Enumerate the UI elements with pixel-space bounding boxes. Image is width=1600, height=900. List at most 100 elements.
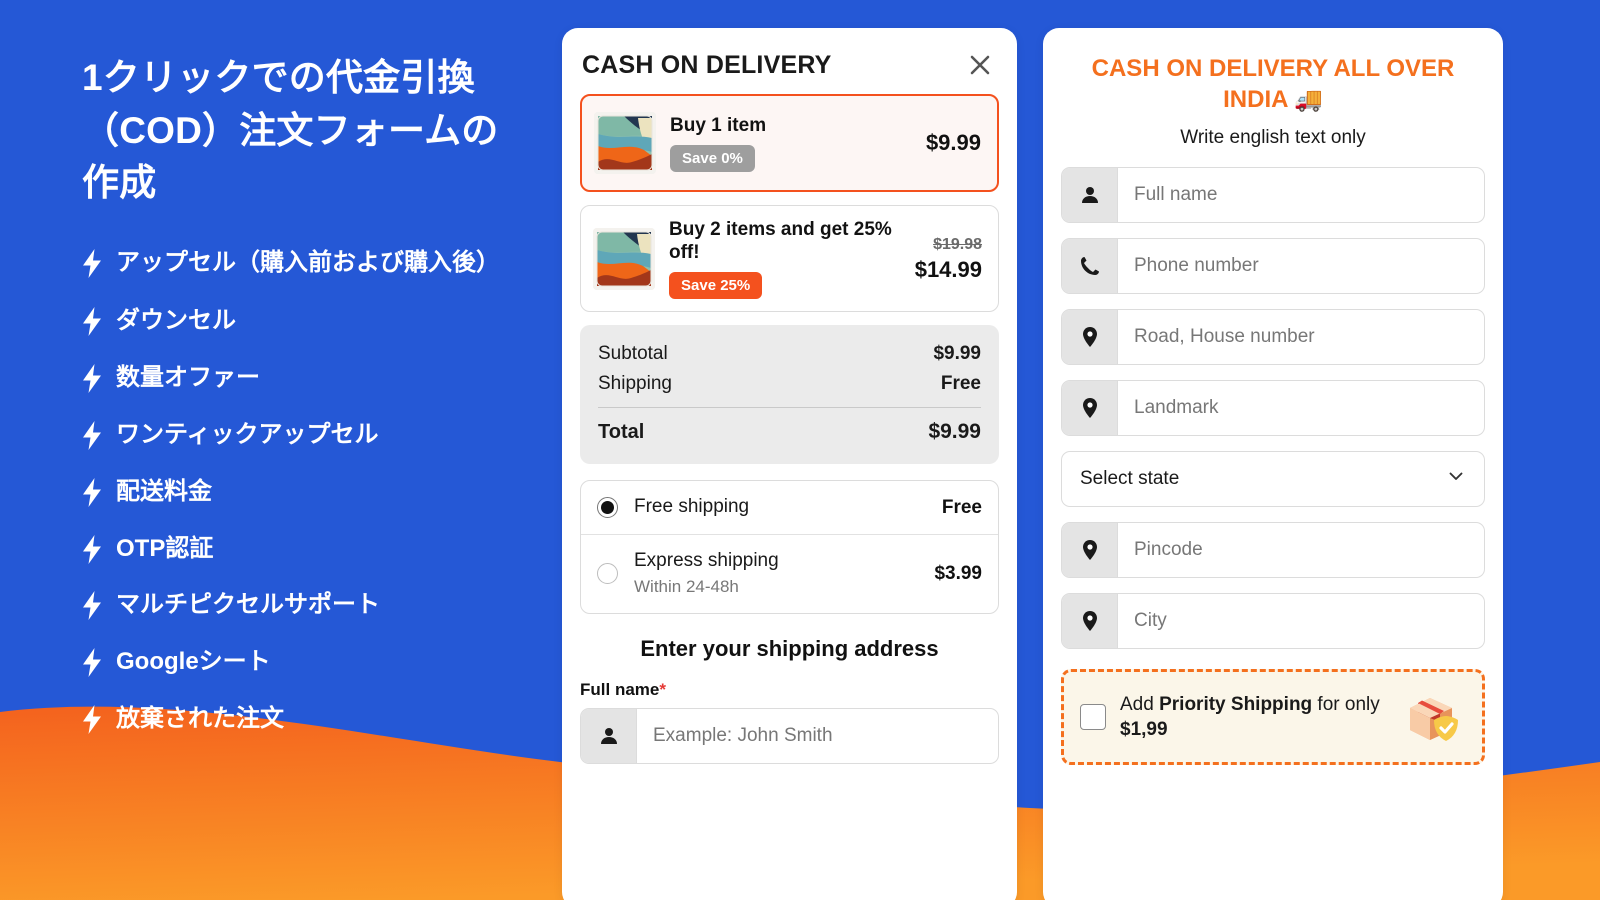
chevron-down-icon <box>1446 466 1466 492</box>
truck-icon: 🚚 <box>1294 85 1323 112</box>
lightning-bolt-icon <box>82 477 102 507</box>
road-house-number-input[interactable]: Road, House number <box>1061 309 1485 366</box>
feature-item-google-sheets: Googleシート <box>82 645 530 680</box>
priority-text-middle: for only <box>1312 693 1380 715</box>
pincode-input[interactable]: Pincode <box>1061 522 1485 579</box>
offer-row-buy-1[interactable]: Buy 1 item Save 0% $9.99 <box>580 94 999 192</box>
priority-text-before: Add <box>1120 693 1160 715</box>
offer-price-current: $14.99 <box>914 256 982 282</box>
state-select[interactable]: Select state <box>1061 451 1485 508</box>
summary-label: Subtotal <box>598 343 668 365</box>
map-pin-icon <box>1062 594 1118 649</box>
priority-shipping-label: Add Priority Shipping for only $1,99 <box>1120 692 1394 743</box>
feature-label: OTP認証 <box>116 534 214 562</box>
lightning-bolt-icon <box>82 704 102 734</box>
lightning-bolt-icon <box>82 534 102 564</box>
feature-label: 放棄された注文 <box>116 704 284 732</box>
map-pin-icon <box>1062 381 1118 436</box>
shipping-option-price: Free <box>941 496 982 518</box>
radio-free-shipping[interactable] <box>597 497 618 519</box>
offer-save-badge: Save 0% <box>670 145 755 173</box>
shipping-option-free[interactable]: Free shipping Free <box>581 481 998 534</box>
feature-item-downsell: ダウンセル <box>82 304 530 339</box>
full-name-placeholder: Full name <box>1134 184 1218 206</box>
feature-item-one-tick-upsell: ワンティックアップセル <box>82 418 530 453</box>
radio-express-shipping[interactable] <box>597 563 618 585</box>
lightning-bolt-icon <box>82 364 102 394</box>
full-name-label: Full name* <box>580 680 999 700</box>
feature-item-multi-pixel: マルチピクセルサポート <box>82 588 530 623</box>
shipping-option-express[interactable]: Express shipping Within 24-48h $3.99 <box>581 534 998 613</box>
offer-price-current: $9.99 <box>925 130 981 156</box>
feature-label: 数量オファー <box>116 364 260 392</box>
summary-label: Total <box>598 421 645 444</box>
pincode-placeholder: Pincode <box>1134 539 1203 561</box>
close-icon[interactable] <box>965 50 995 80</box>
feature-item-shipping-fee: 配送料金 <box>82 475 530 510</box>
full-name-input[interactable]: Example: John Smith <box>580 707 999 764</box>
field-full-name: Full name <box>1061 167 1485 224</box>
left-panel: 1クリックでの代金引換 （COD）注文フォームの作成 アップセル（購入前および購… <box>0 0 560 900</box>
person-icon <box>581 708 637 763</box>
shipping-option-label: Free shipping <box>634 495 942 520</box>
summary-row-total: Total $9.99 <box>598 407 981 448</box>
feature-label: ワンティックアップセル <box>116 420 379 448</box>
city-input[interactable]: City <box>1061 593 1485 650</box>
lightning-bolt-icon <box>82 648 102 678</box>
form-title-text: CASH ON DELIVERY ALL OVER INDIA <box>1091 55 1455 113</box>
offer-price: $9.99 <box>918 129 981 157</box>
priority-text-bold: Priority Shipping <box>1159 693 1313 715</box>
phone-icon <box>1062 239 1118 294</box>
feature-label: ダウンセル <box>116 307 236 335</box>
full-name-placeholder: Example: John Smith <box>653 724 833 746</box>
field-phone-number: Phone number <box>1061 238 1485 295</box>
field-city: City <box>1061 593 1485 650</box>
card-header: CASH ON DELIVERY <box>580 50 999 80</box>
landmark-placeholder: Landmark <box>1134 397 1219 419</box>
field-landmark: Landmark <box>1061 380 1485 437</box>
feature-item-quantity-offer: 数量オファー <box>82 361 530 396</box>
card-title: CASH ON DELIVERY <box>582 50 832 79</box>
form-subtitle: Write english text only <box>1180 127 1366 149</box>
cash-on-delivery-card: CASH ON DELIVERY Buy 1 item Save 0% $9.9… <box>562 28 1017 900</box>
field-road-house-number: Road, House number <box>1061 309 1485 366</box>
priority-shipping-checkbox[interactable] <box>1080 704 1106 731</box>
landmark-input[interactable]: Landmark <box>1061 380 1485 437</box>
offer-price: $19.98 $14.99 <box>907 234 982 283</box>
product-thumbnail <box>593 227 655 290</box>
feature-item-otp: OTP認証 <box>82 532 530 567</box>
feature-item-upsell: アップセル（購入前および購入後） <box>82 246 530 281</box>
offer-title: Buy 2 items and get 25% off! <box>669 219 892 264</box>
order-summary: Subtotal $9.99 Shipping Free Total $9.99 <box>580 325 999 465</box>
page-root: 1クリックでの代金引換 （COD）注文フォームの作成 アップセル（購入前および購… <box>0 0 1600 900</box>
shipping-option-label: Express shipping Within 24-48h <box>634 549 934 599</box>
priority-shipping-upsell[interactable]: Add Priority Shipping for only $1,99 <box>1061 669 1485 766</box>
feature-label: アップセル（購入前および購入後） <box>116 248 500 276</box>
summary-row-subtotal: Subtotal $9.99 <box>598 339 981 369</box>
lightning-bolt-icon <box>82 420 102 450</box>
lightning-bolt-icon <box>82 591 102 621</box>
phone-number-placeholder: Phone number <box>1134 255 1259 277</box>
offer-body: Buy 1 item Save 0% <box>670 114 918 173</box>
shipping-options: Free shipping Free Express shipping With… <box>580 480 999 614</box>
cod-india-form-card: CASH ON DELIVERY ALL OVER INDIA 🚚 Write … <box>1043 28 1503 900</box>
person-icon <box>1062 168 1118 223</box>
shipping-option-name: Express shipping <box>634 550 779 572</box>
state-select-value: Select state <box>1080 468 1180 490</box>
feature-list: アップセル（購入前および購入後） ダウンセル 数量オファー ワンティックアップセ… <box>82 246 530 737</box>
page-title: 1クリックでの代金引換 （COD）注文フォームの作成 <box>82 57 499 204</box>
summary-label: Shipping <box>598 373 672 395</box>
map-pin-icon <box>1062 523 1118 578</box>
full-name-input[interactable]: Full name <box>1061 167 1485 224</box>
feature-label: 配送料金 <box>116 477 212 505</box>
shipping-option-name: Free shipping <box>634 496 750 518</box>
feature-item-abandoned-orders: 放棄された注文 <box>82 702 530 737</box>
offer-row-buy-2[interactable]: Buy 2 items and get 25% off! Save 25% $1… <box>580 205 999 313</box>
product-thumbnail <box>594 112 656 174</box>
shipping-option-price: $3.99 <box>934 562 982 584</box>
lightning-bolt-icon <box>82 248 102 278</box>
field-pincode: Pincode <box>1061 522 1485 579</box>
phone-number-input[interactable]: Phone number <box>1061 238 1485 295</box>
address-section-heading: Enter your shipping address <box>640 635 939 661</box>
priority-price: $1,99 <box>1120 719 1168 741</box>
